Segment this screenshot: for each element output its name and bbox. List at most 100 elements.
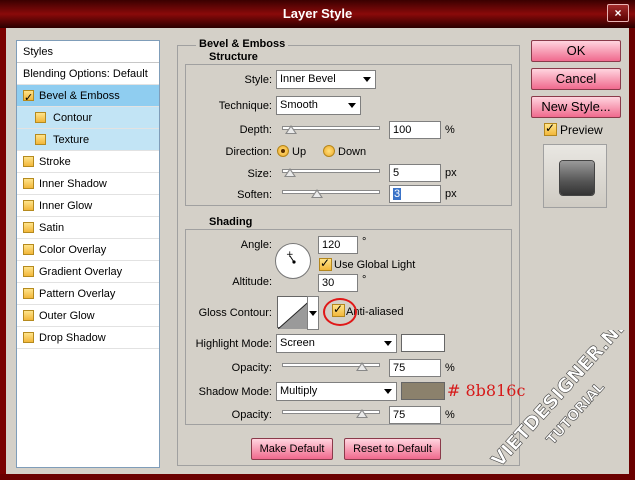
styles-item-checkbox[interactable] <box>23 244 34 255</box>
cancel-button[interactable]: Cancel <box>531 68 621 90</box>
styles-item-checkbox[interactable] <box>23 156 34 167</box>
styles-item-label: Inner Glow <box>39 200 93 212</box>
styles-item-label: Texture <box>53 134 90 146</box>
shadow-mode-select[interactable]: Multiply <box>276 382 397 401</box>
highlight-opacity-input[interactable]: 75 <box>389 359 441 377</box>
styles-item-label: Satin <box>39 222 65 234</box>
styles-item-checkbox[interactable] <box>23 87 34 109</box>
depth-unit: % <box>445 124 455 136</box>
direction-up-label[interactable]: Up <box>292 146 306 158</box>
style-select-value: Inner Bevel <box>280 73 336 85</box>
direction-down-radio[interactable] <box>323 145 335 157</box>
styles-list: Styles Blending Options: Default Bevel & … <box>16 40 160 468</box>
direction-up-radio[interactable] <box>277 145 289 157</box>
soften-slider[interactable] <box>282 190 380 194</box>
preview-checkbox[interactable] <box>544 121 557 136</box>
make-default-button[interactable]: Make Default <box>251 438 333 460</box>
highlight-mode-select[interactable]: Screen <box>276 334 397 353</box>
shadow-opacity-label: Opacity: <box>231 409 272 421</box>
altitude-input[interactable]: 30 <box>318 274 358 292</box>
depth-slider-thumb[interactable] <box>284 125 297 134</box>
size-slider[interactable] <box>282 169 380 173</box>
styles-item-checkbox[interactable] <box>23 178 34 189</box>
style-label: Style: <box>244 74 272 86</box>
anti-aliased-highlight-ring <box>323 298 357 326</box>
style-select[interactable]: Inner Bevel <box>276 70 376 89</box>
size-slider-thumb[interactable] <box>283 168 296 177</box>
soften-input[interactable]: 3 <box>389 185 441 203</box>
chevron-down-icon <box>384 389 392 394</box>
close-icon[interactable]: × <box>607 4 629 22</box>
highlight-color-swatch[interactable] <box>401 334 445 352</box>
styles-item[interactable]: Blending Options: Default <box>17 63 159 85</box>
styles-item-checkbox[interactable] <box>23 332 34 343</box>
technique-label: Technique: <box>218 100 272 112</box>
highlight-opacity-unit: % <box>445 362 455 374</box>
angle-dial[interactable]: + <box>275 243 311 279</box>
soften-unit: px <box>445 188 457 200</box>
shadow-mode-label: Shadow Mode: <box>198 386 272 398</box>
chevron-down-icon <box>348 103 356 108</box>
shadow-opacity-slider-thumb[interactable] <box>355 409 368 418</box>
styles-item-label: Drop Shadow <box>39 332 106 344</box>
styles-item[interactable]: Color Overlay <box>17 239 159 261</box>
structure-title: Structure <box>206 51 261 63</box>
layer-style-dialog: Styles Blending Options: Default Bevel & … <box>6 28 629 474</box>
styles-item-checkbox[interactable] <box>35 112 46 123</box>
size-input[interactable]: 5 <box>389 164 441 182</box>
shadow-color-hex-annotation: # 8b816c <box>447 381 526 400</box>
new-style-button[interactable]: New Style... <box>531 96 621 118</box>
style-preview-thumbnail <box>543 144 607 208</box>
highlight-opacity-label: Opacity: <box>231 362 272 374</box>
styles-item[interactable]: Drop Shadow <box>17 327 159 349</box>
ok-button[interactable]: OK <box>531 40 621 62</box>
window-title: Layer Style <box>282 6 353 21</box>
styles-header[interactable]: Styles <box>17 41 159 63</box>
styles-item-checkbox[interactable] <box>23 266 34 277</box>
styles-item[interactable]: Pattern Overlay <box>17 283 159 305</box>
reset-to-default-button[interactable]: Reset to Default <box>344 438 441 460</box>
shadow-opacity-input[interactable]: 75 <box>389 406 441 424</box>
gloss-contour-dropdown-button[interactable] <box>307 296 319 330</box>
styles-item-checkbox[interactable] <box>23 200 34 211</box>
soften-label: Soften: <box>237 189 272 201</box>
styles-item[interactable]: Satin <box>17 217 159 239</box>
shadow-color-swatch[interactable] <box>401 382 445 400</box>
styles-item-label: Blending Options: Default <box>23 68 148 80</box>
styles-item[interactable]: Inner Shadow <box>17 173 159 195</box>
preview-label[interactable]: Preview <box>560 123 603 137</box>
technique-select-value: Smooth <box>280 99 318 111</box>
styles-item-label: Color Overlay <box>39 244 107 256</box>
gloss-contour-label: Gloss Contour: <box>198 307 272 319</box>
styles-item-checkbox[interactable] <box>35 134 46 145</box>
angle-unit: ° <box>362 236 367 248</box>
styles-item[interactable]: Gradient Overlay <box>17 261 159 283</box>
styles-item-label: Gradient Overlay <box>39 266 123 278</box>
styles-item[interactable]: Contour <box>17 107 159 129</box>
styles-item-checkbox[interactable] <box>23 222 34 233</box>
styles-item[interactable]: Inner Glow <box>17 195 159 217</box>
styles-item[interactable]: Bevel & Emboss <box>17 85 159 109</box>
chevron-down-icon <box>363 77 371 82</box>
styles-item[interactable]: Texture <box>17 129 159 151</box>
altitude-unit: ° <box>362 274 367 286</box>
soften-slider-thumb[interactable] <box>311 189 324 198</box>
styles-item-checkbox[interactable] <box>23 310 34 321</box>
angle-input[interactable]: 120 <box>318 236 358 254</box>
use-global-light-checkbox[interactable] <box>319 256 332 271</box>
use-global-light-label[interactable]: Use Global Light <box>334 259 415 271</box>
styles-item-checkbox[interactable] <box>23 288 34 299</box>
technique-select[interactable]: Smooth <box>276 96 361 115</box>
highlight-opacity-slider-thumb[interactable] <box>355 362 368 371</box>
styles-item-label: Inner Shadow <box>39 178 107 190</box>
svg-text:+: + <box>286 250 294 260</box>
chevron-down-icon <box>309 311 317 316</box>
depth-label: Depth: <box>239 124 272 136</box>
styles-item[interactable]: Stroke <box>17 151 159 173</box>
depth-input[interactable]: 100 <box>389 121 441 139</box>
shadow-mode-value: Multiply <box>280 385 318 397</box>
styles-item[interactable]: Outer Glow <box>17 305 159 327</box>
preview-swatch <box>560 161 594 195</box>
altitude-label: Altitude: <box>232 276 272 288</box>
direction-down-label[interactable]: Down <box>338 146 366 158</box>
